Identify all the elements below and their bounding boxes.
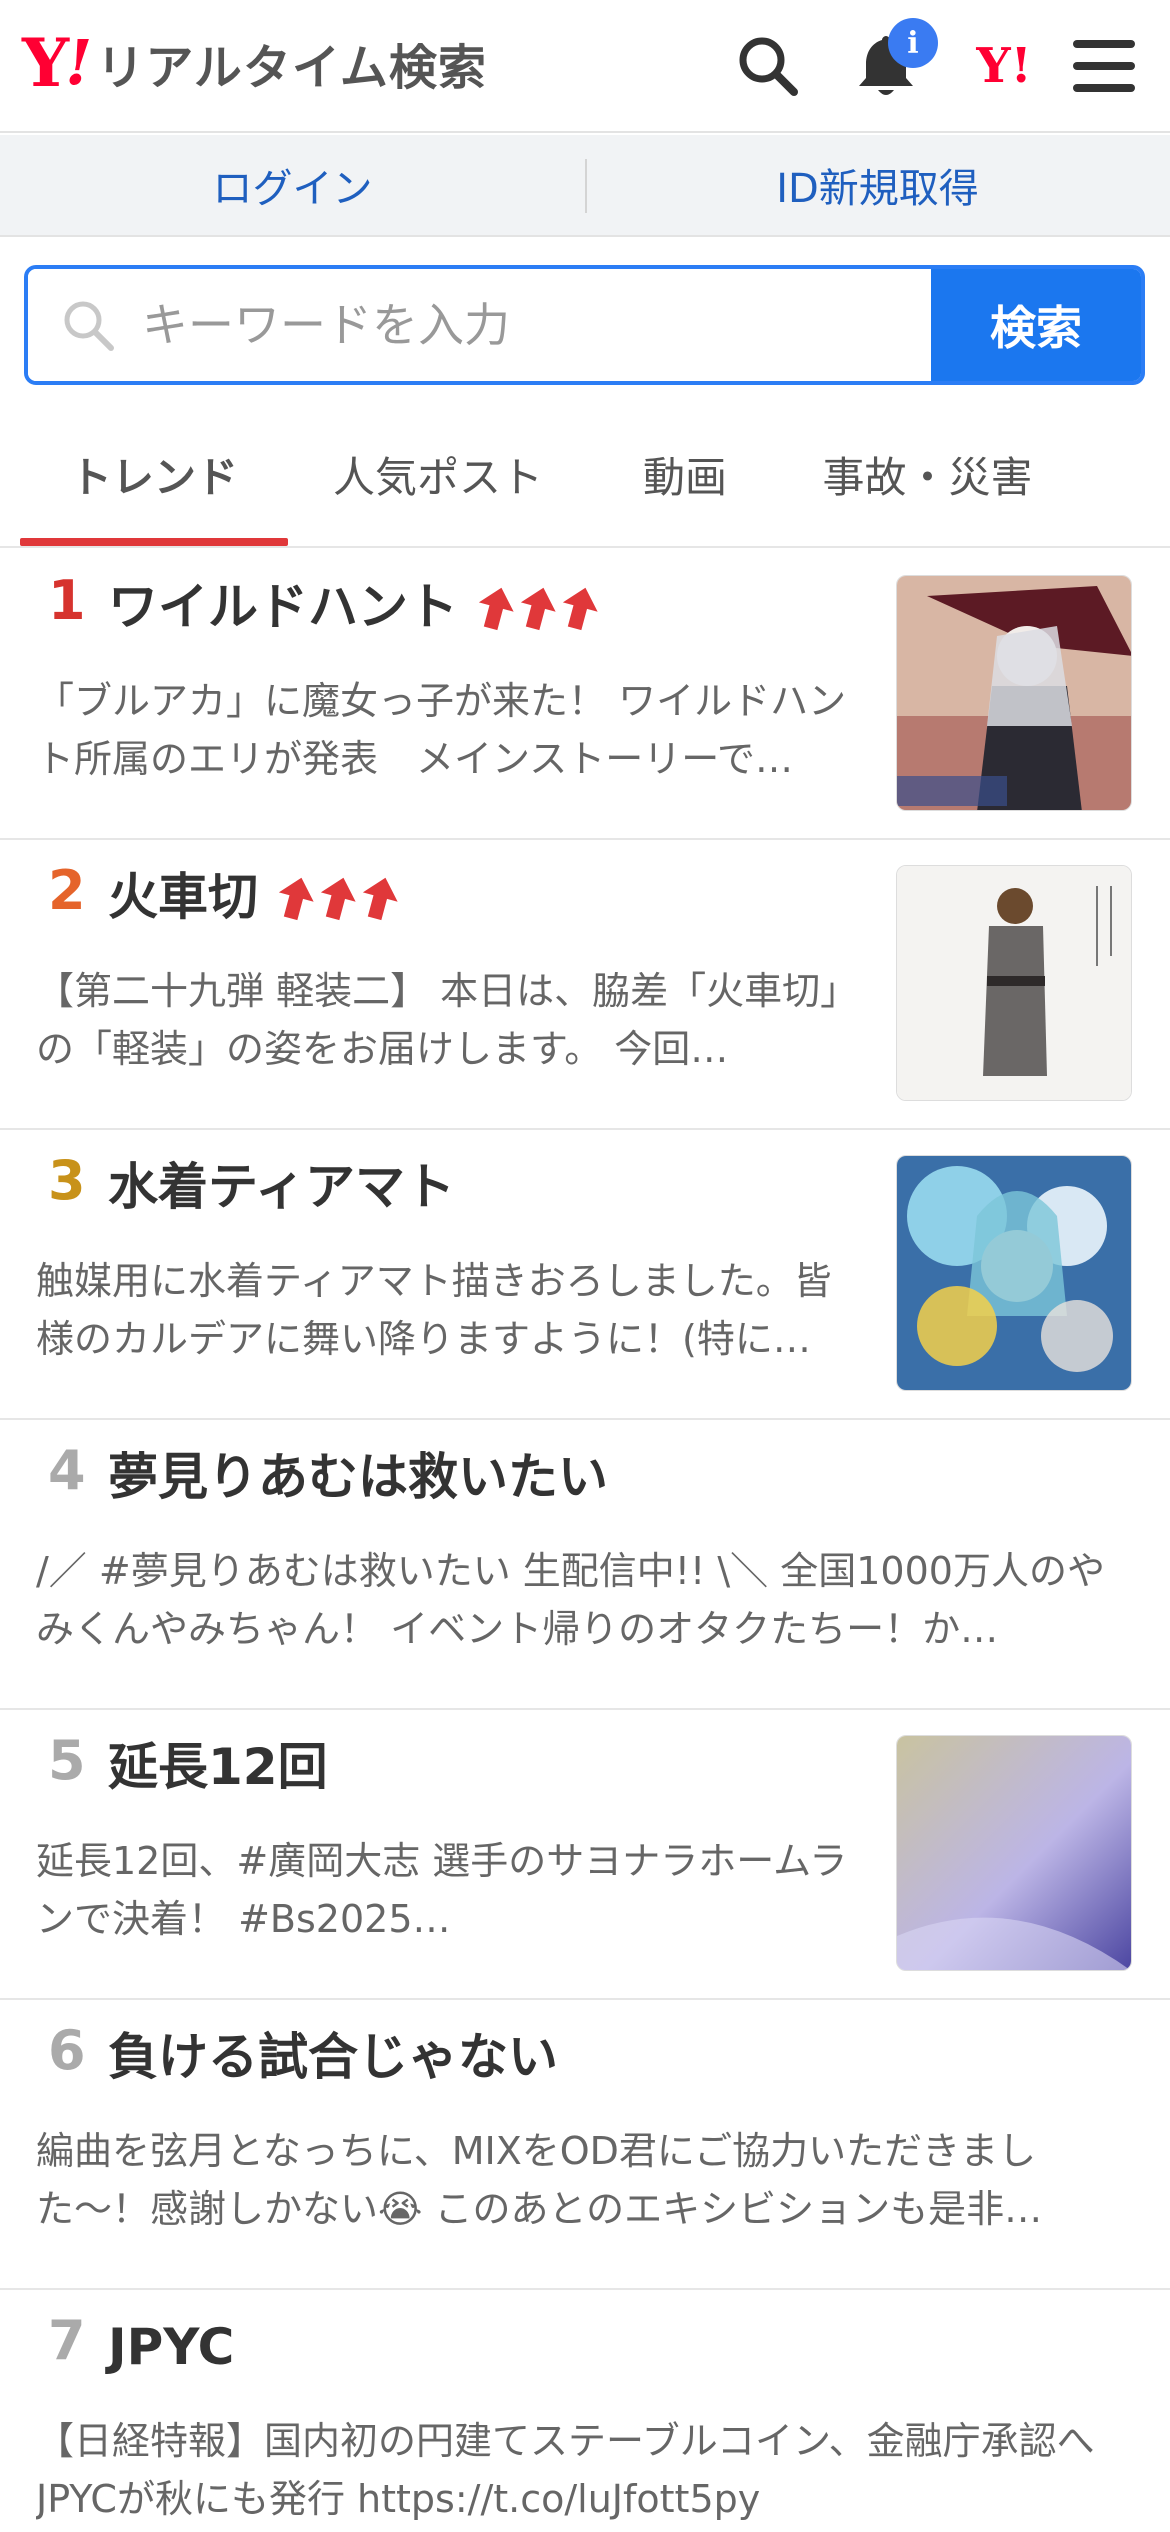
trend-thumbnail[interactable] <box>896 1735 1132 1971</box>
trend-rank: 6 <box>48 2019 86 2082</box>
login-bar: ログイン ID新規取得 <box>0 135 1170 237</box>
search-box: 検索 <box>24 265 1145 385</box>
logo-text: リアルタイム検索 <box>96 40 487 96</box>
trend-title: 火車切 <box>108 870 402 925</box>
up-arrow-icon <box>562 587 598 630</box>
trend-item[interactable]: 2 火車切 【第二十九弾 軽装二】 本日は、脇差「火車切」の「軽装」の姿をお届け… <box>0 840 1170 1130</box>
trend-description: 触媒用に水着ティアマト描きおろしました。皆様のカルデアに舞い降りますように！(特… <box>36 1259 832 1361</box>
trend-description: /／ #夢見りあむは救いたい 生配信中!! \＼ 全国1000万人のやみくんやみ… <box>36 1549 1105 1651</box>
up-arrow-icon <box>520 587 556 630</box>
trend-title: JPYC <box>108 2320 234 2375</box>
trend-item[interactable]: 1 ワイルドハント 「ブルアカ」に魔女っ子が来た！ ワイルドハント所属のエリが発… <box>0 550 1170 840</box>
trend-title: 水着ティアマト <box>108 1160 455 1215</box>
trend-title: ワイルドハント <box>108 580 602 635</box>
up-arrow-icon <box>478 587 514 630</box>
trend-item[interactable]: 5 延長12回 延長12回、#廣岡大志 選手のサヨナラホームランで決着！ #Bs… <box>0 1710 1170 2000</box>
tab-trend[interactable]: トレンド <box>20 400 288 548</box>
trend-description: 【日経特報】国内初の円建てステーブルコイン、金融庁承認へ JPYCが秋にも発行 … <box>36 2419 1133 2521</box>
menu-icon[interactable] <box>1066 28 1142 104</box>
search-input[interactable] <box>142 298 842 352</box>
trend-thumbnail[interactable] <box>896 865 1132 1101</box>
trend-rank: 1 <box>48 569 86 632</box>
trend-rank: 5 <box>48 1729 86 1792</box>
trend-item[interactable]: 6 負ける試合じゃない 編曲を弦月となっちに、MIXをOD君にご協力いただきまし… <box>0 2000 1170 2290</box>
up-arrow-icon <box>362 877 398 920</box>
logo-y: Y <box>22 24 69 102</box>
trend-thumbnail[interactable] <box>896 1155 1132 1391</box>
trend-title-text: 夢見りあむは救いたい <box>108 1448 608 1506</box>
trend-rank: 3 <box>48 1149 86 1212</box>
search-field-icon <box>58 295 118 355</box>
login-link[interactable]: ログイン <box>0 135 585 235</box>
tab-accidents-disasters[interactable]: 事故・災害 <box>800 400 1055 548</box>
up-arrow-icon <box>320 877 356 920</box>
trend-title: 夢見りあむは救いたい <box>108 1450 608 1505</box>
trend-title-text: 負ける試合じゃない <box>108 2028 558 2086</box>
yahoo-realtime-logo[interactable]: Y ! リアルタイム検索 <box>22 28 487 98</box>
category-tabs: トレンド 人気ポスト 動画 事故・災害 <box>0 400 1170 548</box>
trend-description: 「ブルアカ」に魔女っ子が来た！ ワイルドハント所属のエリが発表 メインストーリー… <box>36 679 847 781</box>
trend-item[interactable]: 3 水着ティアマト 触媒用に水着ティアマト描きおろしました。皆様のカルデアに舞い… <box>0 1130 1170 1420</box>
search-button[interactable]: 検索 <box>931 269 1141 381</box>
search-icon[interactable] <box>730 28 806 104</box>
trend-title-text: JPYC <box>108 2318 235 2376</box>
logo-exclamation: ! <box>65 26 93 99</box>
login-divider <box>585 159 587 213</box>
rising-arrows <box>276 875 402 921</box>
app-header: Y ! リアルタイム検索 i Y! <box>0 0 1170 133</box>
trend-title: 延長12回 <box>108 1740 328 1795</box>
tab-popular-posts[interactable]: 人気ポスト <box>318 400 558 548</box>
yahoo-icon[interactable]: Y! <box>966 28 1042 104</box>
trend-title: 負ける試合じゃない <box>108 2030 558 2085</box>
trend-rank: 4 <box>48 1439 86 1502</box>
trend-title-text: 火車切 <box>108 868 258 926</box>
notification-badge: i <box>888 18 938 68</box>
trend-description: 編曲を弦月となっちに、MIXをOD君にご協力いただきました〜！感謝しかない😭 こ… <box>36 2129 1043 2231</box>
yahoo-small-text: Y! <box>976 38 1032 94</box>
active-tab-indicator <box>20 538 288 546</box>
trend-rank: 2 <box>48 859 86 922</box>
up-arrow-icon <box>278 877 314 920</box>
trend-item[interactable]: 7 JPYC 【日経特報】国内初の円建てステーブルコイン、金融庁承認へ JPYC… <box>0 2290 1170 2532</box>
trend-description: 延長12回、#廣岡大志 選手のサヨナラホームランで決着！ #Bs2025… <box>36 1839 848 1941</box>
trend-title-text: 延長12回 <box>108 1738 328 1796</box>
trend-title-text: 水着ティアマト <box>108 1158 455 1216</box>
trend-description: 【第二十九弾 軽装二】 本日は、脇差「火車切」の「軽装」の姿をお届けします。 今… <box>36 969 859 1071</box>
trend-item[interactable]: 4 夢見りあむは救いたい /／ #夢見りあむは救いたい 生配信中!! \＼ 全国… <box>0 1420 1170 1710</box>
tab-videos[interactable]: 動画 <box>600 400 770 548</box>
register-link[interactable]: ID新規取得 <box>585 135 1170 235</box>
notification-button[interactable]: i <box>848 18 938 104</box>
rising-arrows <box>476 585 602 631</box>
trend-title-text: ワイルドハント <box>108 578 458 636</box>
search-field <box>28 269 931 381</box>
trend-rank: 7 <box>48 2309 86 2372</box>
trend-thumbnail[interactable] <box>896 575 1132 811</box>
